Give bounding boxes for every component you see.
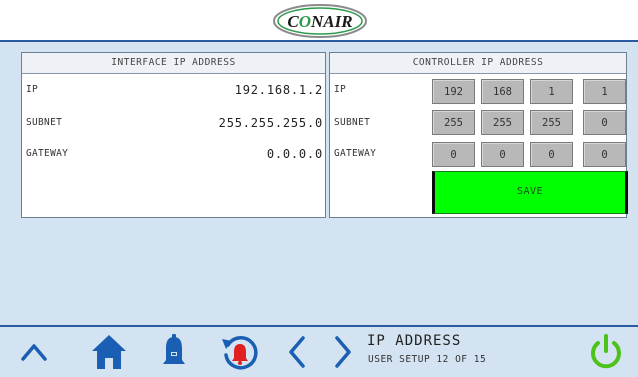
controller-gateway-label: GATEWAY [334,148,377,159]
controller-ip-octet-1[interactable]: 192 [432,79,475,104]
controller-gateway-octet-2[interactable]: 0 [481,142,524,167]
interface-subnet-row: SUBNET 255.255.255.0 [22,111,325,135]
controller-ip-row: IP [330,78,626,102]
controller-subnet-octet-2[interactable]: 255 [481,110,524,135]
power-icon[interactable] [588,333,624,371]
controller-subnet-label: SUBNET [334,117,371,128]
controller-ip-panel: CONTROLLER IP ADDRESS IP 192 168 1 1 SUB… [329,52,628,218]
controller-ip-label: IP [334,84,347,95]
controller-gateway-octet-1[interactable]: 0 [432,142,475,167]
page-title: IP ADDRESS [367,333,462,349]
controller-panel-title: CONTROLLER IP ADDRESS [330,53,626,74]
alarm-reset-icon[interactable] [220,333,260,373]
interface-subnet-label: SUBNET [26,117,63,128]
controller-gateway-octet-4[interactable]: 0 [583,142,626,167]
alarm-bell-icon[interactable] [161,333,187,371]
chevron-right-icon[interactable] [332,335,354,369]
controller-gateway-row: GATEWAY [330,142,626,166]
controller-ip-octet-3[interactable]: 1 [530,79,573,104]
chevron-up-icon[interactable] [20,339,48,365]
interface-panel-title: INTERFACE IP ADDRESS [22,53,325,74]
conair-logo: CONAIR [273,4,367,38]
controller-ip-octet-2[interactable]: 168 [481,79,524,104]
save-button[interactable]: SAVE [432,171,628,214]
controller-subnet-row: SUBNET [330,111,626,135]
interface-gateway-value: 0.0.0.0 [266,147,323,161]
interface-ip-row: IP 192.168.1.2 [22,78,325,102]
interface-gateway-row: GATEWAY 0.0.0.0 [22,142,325,166]
chevron-left-icon[interactable] [286,335,308,369]
controller-subnet-octet-1[interactable]: 255 [432,110,475,135]
interface-gateway-label: GATEWAY [26,148,69,159]
controller-gateway-octet-3[interactable]: 0 [530,142,573,167]
svg-text:CONAIR: CONAIR [287,12,352,31]
interface-ip-panel: INTERFACE IP ADDRESS IP 192.168.1.2 SUBN… [21,52,326,218]
interface-subnet-value: 255.255.255.0 [218,116,323,130]
interface-ip-value: 192.168.1.2 [234,83,323,97]
interface-ip-label: IP [26,84,39,95]
page-subtitle: USER SETUP 12 OF 15 [368,354,487,365]
controller-subnet-octet-3[interactable]: 255 [530,110,573,135]
home-icon[interactable] [90,333,128,371]
controller-ip-octet-4[interactable]: 1 [583,79,626,104]
controller-subnet-octet-4[interactable]: 0 [583,110,626,135]
header-bar: CONAIR [0,0,638,42]
footer-nav-bar: IP ADDRESS USER SETUP 12 OF 15 [0,325,638,377]
